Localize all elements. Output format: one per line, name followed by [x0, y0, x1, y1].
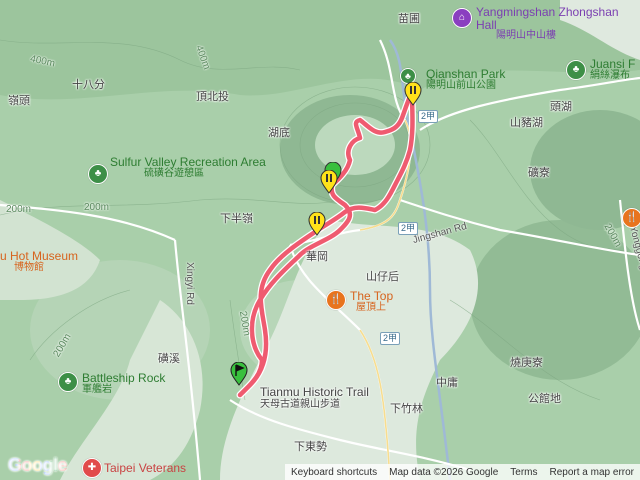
place-label-zhongpu: 中庸	[436, 377, 458, 389]
keyboard-shortcuts-link[interactable]: Keyboard shortcuts	[285, 467, 383, 478]
elevation-label: 200m	[6, 204, 32, 215]
restaurant-icon: 🍴	[622, 208, 640, 228]
map-canvas[interactable]: 苗圃 十八分 頂北投 嶺頭 湖底 下半嶺 華岡 山仔后 頭湖 山豬湖 礦寮 磺溪…	[0, 0, 640, 480]
report-error-link[interactable]: Report a map error	[544, 467, 640, 478]
poi-hot-museum[interactable]: u Hot Museum 博物館	[0, 250, 78, 273]
place-label-shaokangliao: 燒庚寮	[510, 357, 543, 369]
google-logo[interactable]: Google	[8, 455, 68, 476]
park-icon: ♣	[88, 164, 108, 184]
route-shield: 2甲	[398, 222, 419, 235]
restaurant-icon: 🍴	[326, 290, 346, 310]
place-label-xiazhulin: 下竹林	[390, 403, 423, 415]
terms-link[interactable]: Terms	[504, 467, 543, 478]
map-data-attribution: Map data ©2026 Google	[389, 466, 499, 478]
place-label-shibafen: 十八分	[72, 79, 105, 91]
landmark-icon: ⌂	[452, 8, 472, 28]
place-label-miaopu: 苗圃	[398, 13, 420, 25]
place-label-lixi: 磺溪	[158, 353, 180, 365]
poi-tianmu-trail[interactable]: Tianmu Historic Trail 天母古道親山步道	[260, 386, 369, 410]
route-path	[237, 89, 415, 398]
road-label-xingyi: Xingyi Rd	[183, 262, 195, 305]
waypoint-marker[interactable]	[308, 212, 326, 236]
waypoint-marker[interactable]	[404, 82, 422, 106]
place-label-xiabanling: 下半嶺	[220, 213, 253, 225]
route-start-flag-marker[interactable]	[230, 362, 248, 386]
park-icon: ♣	[566, 60, 586, 80]
waypoint-marker[interactable]	[320, 170, 338, 194]
place-label-huagang: 華岡	[306, 251, 328, 263]
place-label-shanzaihou: 山仔后	[366, 271, 399, 283]
place-label-shanzhuhu: 山豬湖	[510, 117, 543, 129]
elevation-label: 200m	[84, 202, 110, 213]
route-shield: 2甲	[418, 110, 439, 123]
park-icon: ♣	[58, 372, 78, 392]
place-label-hudi: 湖底	[268, 127, 290, 139]
map-footer: Keyboard shortcuts Map data ©2026 Google…	[284, 464, 640, 480]
hospital-icon: ✚	[82, 458, 102, 478]
place-label-lingtou: 嶺頭	[8, 95, 30, 107]
place-label-xiadongshi: 下東勢	[294, 441, 327, 453]
route-shield: 2甲	[380, 332, 401, 345]
place-label-dingbeitou: 頂北投	[196, 91, 229, 103]
place-label-kuangliao: 礦寮	[528, 167, 550, 179]
place-label-gongguandi: 公館地	[528, 393, 561, 405]
place-label-toutouhu: 頭湖	[550, 101, 572, 113]
